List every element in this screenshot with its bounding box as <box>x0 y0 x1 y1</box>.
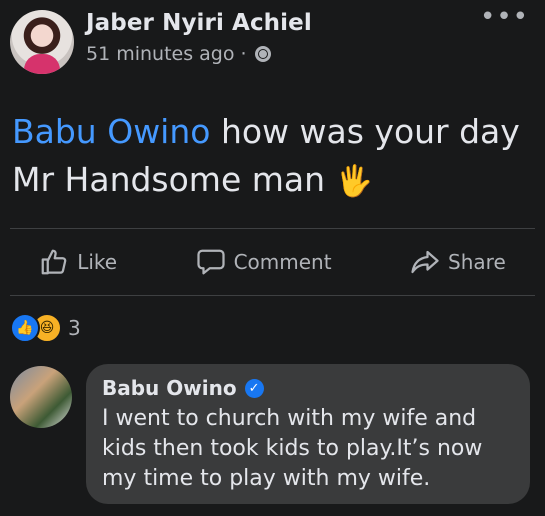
raised-hand-emoji-icon: 🖐 <box>335 164 373 199</box>
share-arrow-icon <box>411 250 439 274</box>
like-button[interactable]: Like <box>39 247 117 277</box>
divider-top <box>10 228 535 229</box>
comment-button[interactable]: Comment <box>196 247 332 277</box>
reaction-summary[interactable]: 👍 😆 3 <box>10 313 81 343</box>
action-bar: Like Comment Share <box>0 238 545 286</box>
thumbs-up-icon <box>41 249 67 275</box>
author-avatar[interactable] <box>10 10 74 74</box>
like-reaction-icon: 👍 <box>10 313 40 343</box>
comment-label: Comment <box>233 250 332 274</box>
facebook-post: Jaber Nyiri Achiel 51 minutes ago · ••• … <box>0 0 545 516</box>
speech-bubble-icon <box>196 249 225 275</box>
mention-link[interactable]: Babu Owino <box>12 112 210 151</box>
comment-text: I went to church with my wife and kids t… <box>102 406 483 491</box>
post-meta: 51 minutes ago · <box>86 43 271 65</box>
post-timestamp[interactable]: 51 minutes ago <box>86 43 235 65</box>
like-label: Like <box>77 250 118 274</box>
comment-author-name[interactable]: Babu Owino <box>102 376 237 400</box>
post-author-name[interactable]: Jaber Nyiri Achiel <box>86 10 312 36</box>
commenter-avatar[interactable] <box>10 366 72 428</box>
globe-icon <box>254 46 271 62</box>
more-options-icon[interactable]: ••• <box>480 4 529 30</box>
verified-badge-icon: ✓ <box>244 378 264 398</box>
share-button[interactable]: Share <box>410 247 506 277</box>
share-label: Share <box>448 250 506 274</box>
comment-author[interactable]: Babu Owino ✓ <box>102 376 264 400</box>
divider-bottom <box>10 295 535 296</box>
meta-separator: · <box>240 43 247 65</box>
reaction-count: 3 <box>68 316 81 340</box>
post-text: Babu Owino how was your day Mr Handsome … <box>12 108 532 206</box>
avatar-figure <box>24 54 60 74</box>
comment-bubble: Babu Owino ✓ I went to church with my wi… <box>86 364 530 504</box>
